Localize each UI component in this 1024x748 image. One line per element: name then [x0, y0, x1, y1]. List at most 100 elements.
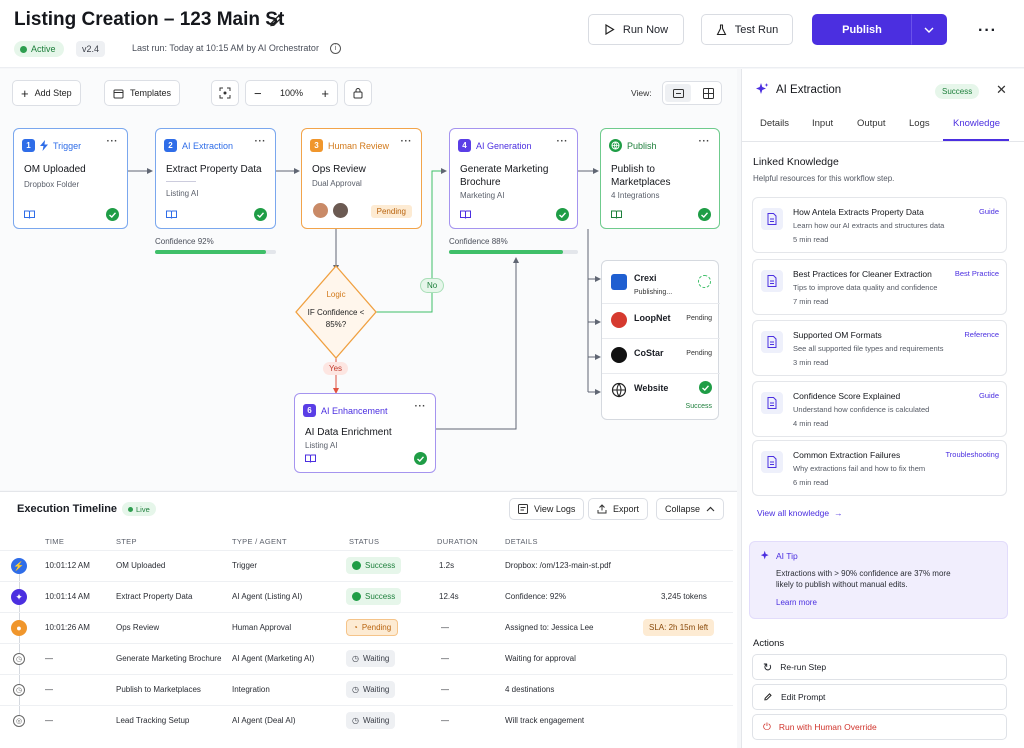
close-icon[interactable]: ✕: [996, 82, 1007, 98]
publish-button[interactable]: Publish: [812, 14, 912, 45]
table-row[interactable]: ✦ 10:01:14 AM Extract Property Data AI A…: [0, 582, 733, 613]
actions-title: Actions: [753, 638, 785, 649]
col-step: STEP: [116, 537, 137, 546]
lightning-icon: [40, 140, 48, 151]
collapse-button[interactable]: Collapse: [656, 498, 725, 520]
marketplace-loopnet[interactable]: LoopNet Pending: [602, 304, 720, 339]
book-icon[interactable]: [460, 210, 471, 219]
table-row[interactable]: ◷ — Generate Marketing Brochure AI Agent…: [0, 644, 733, 675]
panel-status-badge: Success: [935, 84, 980, 99]
marketplace-website[interactable]: Website Success: [602, 374, 720, 419]
lightning-icon: ⚡: [11, 558, 27, 574]
node-subtitle: 4 Integrations: [611, 191, 660, 200]
knowledge-card[interactable]: How Antela Extracts Property Data Learn h…: [752, 197, 1007, 253]
more-icon[interactable]: ···: [107, 136, 119, 147]
check-icon: [352, 592, 361, 601]
sla-badge: SLA: 2h 15m left: [643, 619, 715, 636]
knowledge-card[interactable]: Confidence Score Explained Understand how…: [752, 381, 1007, 437]
step-number: 4: [458, 139, 471, 152]
col-status: STATUS: [349, 537, 380, 546]
knowledge-card[interactable]: Supported OM Formats See all supported fi…: [752, 320, 1007, 376]
logs-icon: [518, 504, 528, 514]
more-icon[interactable]: ···: [699, 136, 711, 147]
crexi-logo-icon: [611, 274, 627, 290]
node-human-review[interactable]: 3 Human Review ··· Ops Review Dual Appro…: [301, 128, 422, 229]
confidence-bar: [449, 250, 578, 254]
check-icon: [106, 208, 119, 221]
node-type: AI Extraction: [182, 140, 234, 151]
edit-prompt-button[interactable]: Edit Prompt: [752, 684, 1007, 710]
power-icon: ⏻: [763, 721, 771, 733]
clock-icon: ◷: [13, 653, 25, 665]
document-icon: [761, 331, 783, 353]
node-trigger[interactable]: 1 Trigger ··· OM Uploaded Dropbox Folder: [13, 128, 128, 229]
check-icon: [699, 381, 712, 394]
node-title: Ops Review: [312, 164, 366, 175]
sparkle-icon: ✦: [11, 589, 27, 605]
export-button[interactable]: Export: [588, 498, 649, 520]
table-row[interactable]: ◎ — Lead Tracking Setup AI Agent (Deal A…: [0, 706, 733, 737]
table-row[interactable]: ◷ — Publish to Marketplaces Integration …: [0, 675, 733, 706]
view-logs-button[interactable]: View Logs: [509, 498, 585, 520]
sparkle-icon: [756, 83, 769, 94]
col-duration: DURATION: [437, 537, 479, 546]
node-ai-enhancement[interactable]: 6 AI Enhancement ··· AI Data Enrichment …: [294, 393, 436, 473]
clock-icon: ◷: [352, 685, 359, 694]
pending-badge: Pending: [370, 205, 412, 218]
more-icon[interactable]: ···: [255, 136, 267, 147]
tab-input[interactable]: Input: [812, 118, 833, 129]
confidence-fill: [155, 250, 267, 254]
book-icon[interactable]: [611, 210, 622, 219]
tab-details[interactable]: Details: [760, 118, 789, 129]
website-globe-icon: [611, 382, 627, 398]
target-icon: ◎: [13, 715, 25, 727]
view-all-knowledge-link[interactable]: View all knowledge →: [757, 508, 843, 518]
rerun-step-button[interactable]: ↻ Re-run Step: [752, 654, 1007, 680]
book-icon[interactable]: [166, 210, 177, 219]
loopnet-logo-icon: [611, 312, 627, 328]
step-number: 3: [310, 139, 323, 152]
tab-output[interactable]: Output: [857, 118, 886, 129]
node-type: AI Enhancement: [321, 405, 388, 416]
active-tab-indicator: [943, 139, 1009, 141]
knowledge-card[interactable]: Best Practices for Cleaner Extraction Tip…: [752, 259, 1007, 315]
node-ai-extraction[interactable]: 2 AI Extraction ··· Extract Property Dat…: [155, 128, 276, 229]
node-subtitle: Listing AI: [166, 189, 199, 198]
table-row[interactable]: ⚡ 10:01:12 AM OM Uploaded Trigger Succes…: [0, 551, 733, 582]
tab-knowledge[interactable]: Knowledge: [953, 118, 1000, 129]
learn-more-link[interactable]: Learn more: [776, 598, 817, 607]
chevron-up-icon: [706, 506, 715, 512]
node-title: Extract Property Data: [166, 164, 262, 175]
publish-dropdown-button[interactable]: [911, 14, 947, 45]
sparkle-icon: [760, 550, 769, 560]
person-icon: ●: [11, 620, 27, 636]
tab-logs[interactable]: Logs: [909, 118, 930, 129]
marketplace-crexi[interactable]: Crexi Publishing...: [602, 264, 720, 304]
avatar: [332, 202, 349, 219]
node-subtitle: Dual Approval: [312, 179, 362, 188]
table-row[interactable]: ● 10:01:26 AM Ops Review Human Approval …: [0, 613, 733, 644]
check-icon: [254, 208, 267, 221]
book-icon[interactable]: [24, 210, 35, 219]
live-dot-icon: [128, 506, 133, 512]
status-badge: ◷ Waiting: [346, 681, 396, 698]
document-icon: [761, 208, 783, 230]
book-icon[interactable]: [305, 454, 316, 463]
step-number: 1: [22, 139, 35, 152]
more-icon[interactable]: ···: [415, 401, 427, 412]
refresh-icon: ↻: [763, 661, 773, 674]
run-with-human-override-button[interactable]: ⏻ Run with Human Override: [752, 714, 1007, 740]
node-ai-generation[interactable]: 4 AI Generation ··· Generate Marketing B…: [449, 128, 578, 229]
logic-label: Logic: [326, 290, 346, 299]
divider: [741, 141, 1024, 142]
more-icon[interactable]: ···: [401, 136, 413, 147]
marketplace-costar[interactable]: CoStar Pending: [602, 339, 720, 374]
more-icon[interactable]: ···: [557, 136, 569, 147]
node-type: Human Review: [328, 140, 390, 151]
edit-pencil-icon: [764, 693, 772, 701]
more-options-icon[interactable]: ···: [978, 22, 997, 40]
panel-title: AI Extraction: [776, 84, 842, 96]
node-publish[interactable]: Publish ··· Publish to Marketplaces 4 In…: [600, 128, 720, 229]
globe-icon: [609, 139, 622, 152]
knowledge-card[interactable]: Common Extraction Failures Why extraction…: [752, 440, 1007, 496]
